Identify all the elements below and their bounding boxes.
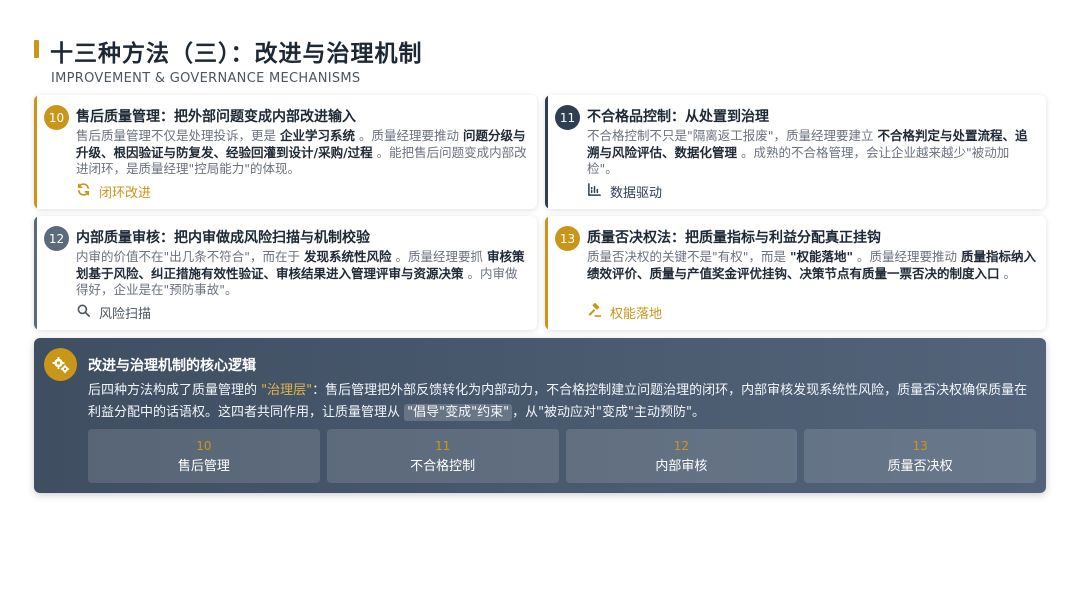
step-number: 13 xyxy=(912,438,928,453)
method-card-10: 10 售后质量管理：把外部问题变成内部改进输入 售后质量管理不仅是处理投诉，更是… xyxy=(34,95,537,209)
card-body-emphasis: 发现系统性风险 xyxy=(303,249,392,264)
title-accent-bar xyxy=(34,40,39,58)
card-body-text: 。质量经理要推动 xyxy=(355,128,463,143)
card-tag-label: 权能落地 xyxy=(610,307,663,322)
step-label: 不合格控制 xyxy=(410,458,476,474)
refresh-icon xyxy=(76,182,91,201)
card-body-text: 。质量经理要推动 xyxy=(853,249,961,264)
method-card-13: 13 质量否决权法：把质量指标与利益分配真正挂钩 质量否决权的关键不是"有权"，… xyxy=(545,216,1046,330)
card-body-text: 质量否决权的关键不是"有权"，而是 xyxy=(587,249,790,264)
summary-text: 后四种方法构成了质量管理的 "治理层"：售后管理把外部反馈转化为内部动力，不合格… xyxy=(88,380,1036,424)
card-tag: 数据驱动 xyxy=(587,182,662,201)
step-label: 质量否决权 xyxy=(887,458,953,474)
card-tag-label: 闭环改进 xyxy=(99,186,152,201)
step-number: 10 xyxy=(196,438,212,453)
card-number-badge: 11 xyxy=(555,105,580,130)
card-tag-label: 数据驱动 xyxy=(610,186,663,201)
method-card-11: 11 不合格品控制：从处置到治理 不合格控制不只是"隔离返工报废"，质量经理要建… xyxy=(545,95,1046,209)
card-body: 售后质量管理不仅是处理投诉，更是 企业学习系统 。质量经理要推动 问题分级与升级… xyxy=(76,128,527,178)
step-item: 13 质量否决权 xyxy=(804,429,1036,483)
summary-text-part: 后四种方法构成了质量管理的 xyxy=(88,383,262,398)
card-body: 质量否决权的关键不是"有权"，而是 "权能落地" 。质量经理要推动 质量指标纳入… xyxy=(587,249,1036,282)
card-tag: 权能落地 xyxy=(587,302,663,322)
card-accent-stripe xyxy=(545,95,548,209)
card-body: 内审的价值不在"出几条不符合"，而在于 发现系统性风险 。质量经理要抓 审核策划… xyxy=(76,249,527,299)
card-tag: 风险扫描 xyxy=(76,303,151,322)
step-number: 12 xyxy=(673,438,690,453)
summary-panel: 改进与治理机制的核心逻辑 后四种方法构成了质量管理的 "治理层"：售后管理把外部… xyxy=(34,338,1046,493)
card-body-text: 。质量经理要抓 xyxy=(391,249,487,264)
card-body-text: 售后质量管理不仅是处理投诉，更是 xyxy=(76,128,280,143)
page-subtitle: IMPROVEMENT & GOVERNANCE MECHANISMS xyxy=(51,71,361,86)
card-number-badge: 13 xyxy=(555,226,580,251)
method-card-12: 12 内部质量审核：把内审做成风险扫描与机制校验 内审的价值不在"出几条不符合"… xyxy=(34,216,537,330)
card-accent-stripe xyxy=(545,216,548,330)
summary-title: 改进与治理机制的核心逻辑 xyxy=(88,358,256,374)
card-title: 不合格品控制：从处置到治理 xyxy=(587,109,769,125)
card-title: 售后质量管理：把外部问题变成内部改进输入 xyxy=(76,109,356,125)
card-title: 质量否决权法：把质量指标与利益分配真正挂钩 xyxy=(587,230,881,246)
card-number-badge: 10 xyxy=(44,105,69,130)
search-icon xyxy=(76,303,91,322)
card-title: 内部质量审核：把内审做成风险扫描与机制校验 xyxy=(76,230,370,246)
step-label: 内部审核 xyxy=(655,458,708,474)
gavel-icon xyxy=(587,302,602,322)
page-title: 十三种方法（三）：改进与治理机制 xyxy=(50,41,423,67)
step-item: 11 不合格控制 xyxy=(326,429,559,483)
summary-text-part: ，从"被动应对"变成"主动预防"。 xyxy=(512,405,705,420)
card-tag-label: 风险扫描 xyxy=(99,307,152,322)
step-number: 11 xyxy=(434,438,451,453)
card-body-text: 内审的价值不在"出几条不符合"，而在于 xyxy=(76,249,304,264)
method-steps: 10 售后管理 11 不合格控制 12 内部审核 13 质量否决权 xyxy=(88,429,1036,483)
card-body: 不合格控制不只是"隔离返工报废"，质量经理要建立 不合格判定与处置流程、追溯与风… xyxy=(587,128,1036,178)
card-body-emphasis: 企业学习系统 xyxy=(279,128,355,143)
gears-icon xyxy=(44,348,77,381)
card-tag: 闭环改进 xyxy=(76,182,151,201)
card-body-text: 不合格控制不只是"隔离返工报废"，质量经理要建立 xyxy=(587,128,878,143)
card-accent-stripe xyxy=(34,95,37,209)
summary-boxed-highlight: "倡导"变成"约束" xyxy=(404,404,513,421)
card-body-emphasis: "权能落地" xyxy=(789,249,854,264)
bar-chart-icon xyxy=(587,182,602,201)
summary-highlight: "治理层" xyxy=(261,383,313,398)
step-item: 12 内部审核 xyxy=(565,429,798,483)
card-number-badge: 12 xyxy=(44,226,69,251)
card-body-text: 。 xyxy=(999,265,1016,281)
step-label: 售后管理 xyxy=(177,458,230,474)
card-accent-stripe xyxy=(34,216,37,330)
step-item: 10 售后管理 xyxy=(88,429,320,483)
